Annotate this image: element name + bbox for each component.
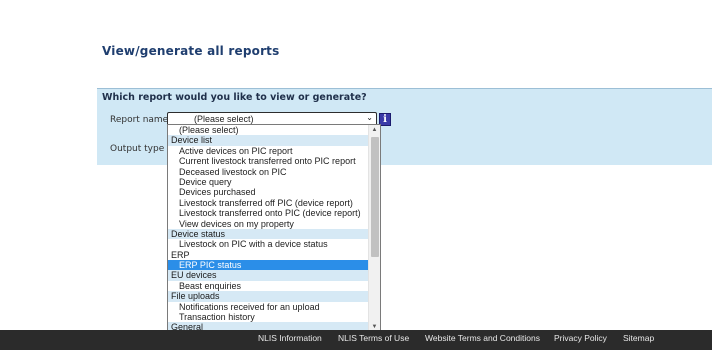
dropdown-option[interactable]: Devices purchased xyxy=(168,187,369,197)
dropdown-group-header: Device status xyxy=(168,228,369,240)
dropdown-option[interactable]: Device query xyxy=(168,177,369,187)
dropdown-option[interactable]: Active devices on PIC report xyxy=(168,146,369,156)
dropdown-option[interactable]: Livestock on PIC with a device status xyxy=(168,239,369,249)
report-dropdown-list[interactable]: (Please select) Device list Active devices… xyxy=(167,124,381,333)
footer-link-sitemap[interactable]: Sitemap xyxy=(623,333,654,343)
dropdown-group-header: ERP xyxy=(168,249,369,261)
dropdown-option[interactable]: Beast enquiries xyxy=(168,281,369,291)
dropdown-option[interactable]: Notifications received for an upload xyxy=(168,302,369,312)
footer-link-privacy[interactable]: Privacy Policy xyxy=(554,333,607,343)
footer-link-nlis-information[interactable]: NLIS Information xyxy=(258,333,322,343)
select-value: (Please select) xyxy=(194,114,254,124)
dropdown-group-header: EU devices xyxy=(168,270,369,281)
dropdown-group-header: File uploads xyxy=(168,291,369,302)
dropdown-group-header: Device list xyxy=(168,135,369,146)
scroll-up-arrow-icon[interactable]: ▲ xyxy=(369,125,380,135)
footer-link-nlis-terms[interactable]: NLIS Terms of Use xyxy=(338,333,409,343)
scroll-thumb[interactable] xyxy=(371,137,379,257)
dropdown-option[interactable]: Transaction history xyxy=(168,312,369,322)
page-title: View/generate all reports xyxy=(102,44,280,58)
dropdown-options: (Please select) Device list Active devices… xyxy=(168,125,369,332)
dropdown-scrollbar[interactable]: ▲ ▼ xyxy=(368,125,380,332)
chevron-down-icon: ⌄ xyxy=(366,113,373,122)
footer-bar: NLIS Information NLIS Terms of Use Websi… xyxy=(0,330,712,350)
report-name-label: Report name xyxy=(110,115,169,125)
dropdown-option[interactable]: Current livestock transferred onto PIC r… xyxy=(168,156,369,166)
dropdown-option[interactable]: View devices on my property xyxy=(168,219,369,229)
output-type-label: Output type xyxy=(110,144,165,154)
dropdown-option-selected[interactable]: ERP PIC status xyxy=(168,260,369,271)
footer-link-website-terms[interactable]: Website Terms and Conditions xyxy=(425,333,540,343)
dropdown-option[interactable]: Livestock transferred onto PIC (device r… xyxy=(168,208,369,218)
dropdown-option[interactable]: Deceased livestock on PIC xyxy=(168,167,369,177)
dropdown-option[interactable]: Livestock transferred off PIC (device re… xyxy=(168,198,369,208)
dropdown-option[interactable]: (Please select) xyxy=(168,125,369,135)
panel-heading: Which report would you like to view or g… xyxy=(102,92,367,103)
